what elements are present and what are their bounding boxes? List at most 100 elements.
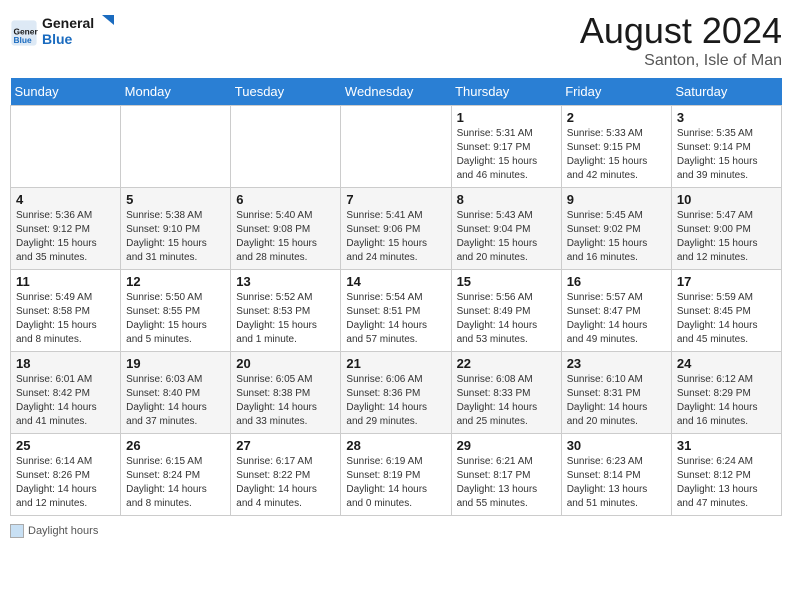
day-number: 7 (346, 192, 445, 207)
day-info: Sunrise: 5:59 AM Sunset: 8:45 PM Dayligh… (677, 291, 776, 347)
day-info: Sunrise: 5:45 AM Sunset: 9:02 PM Dayligh… (567, 209, 666, 265)
day-header-tuesday: Tuesday (231, 78, 341, 106)
day-info: Sunrise: 6:10 AM Sunset: 8:31 PM Dayligh… (567, 373, 666, 429)
calendar-cell: 5 Sunrise: 5:38 AM Sunset: 9:10 PM Daylig… (121, 188, 231, 270)
day-info: Sunrise: 6:01 AM Sunset: 8:42 PM Dayligh… (16, 373, 115, 429)
day-number: 5 (126, 192, 225, 207)
day-header-thursday: Thursday (451, 78, 561, 106)
page-header: General Blue General Blue August 2024 Sa… (10, 10, 782, 70)
day-header-saturday: Saturday (671, 78, 781, 106)
calendar-week-2: 4 Sunrise: 5:36 AM Sunset: 9:12 PM Daylig… (11, 188, 782, 270)
day-header-wednesday: Wednesday (341, 78, 451, 106)
day-info: Sunrise: 5:38 AM Sunset: 9:10 PM Dayligh… (126, 209, 225, 265)
svg-text:Blue: Blue (14, 34, 32, 44)
day-info: Sunrise: 5:50 AM Sunset: 8:55 PM Dayligh… (126, 291, 225, 347)
calendar-cell: 3 Sunrise: 5:35 AM Sunset: 9:14 PM Daylig… (671, 106, 781, 188)
day-number: 4 (16, 192, 115, 207)
calendar-cell: 8Sunrise: 5:43 AM Sunset: 9:04 PM Daylig… (451, 188, 561, 270)
day-info: Sunrise: 6:06 AM Sunset: 8:36 PM Dayligh… (346, 373, 445, 429)
calendar-cell: 25 Sunrise: 6:14 AM Sunset: 8:26 PM Dayli… (11, 434, 121, 516)
day-info: Sunrise: 6:21 AM Sunset: 8:17 PM Dayligh… (457, 455, 556, 511)
day-header-sunday: Sunday (11, 78, 121, 106)
day-number: 14 (346, 274, 445, 289)
day-info: Sunrise: 5:57 AM Sunset: 8:47 PM Dayligh… (567, 291, 666, 347)
calendar-cell: 27Sunrise: 6:17 AM Sunset: 8:22 PM Dayli… (231, 434, 341, 516)
calendar-week-5: 25 Sunrise: 6:14 AM Sunset: 8:26 PM Dayli… (11, 434, 782, 516)
calendar-cell: 10Sunrise: 5:47 AM Sunset: 9:00 PM Dayli… (671, 188, 781, 270)
calendar-cell: 22 Sunrise: 6:08 AM Sunset: 8:33 PM Dayli… (451, 352, 561, 434)
day-info: Sunrise: 5:43 AM Sunset: 9:04 PM Dayligh… (457, 209, 556, 265)
day-info: Sunrise: 6:14 AM Sunset: 8:26 PM Dayligh… (16, 455, 115, 511)
day-info: Sunrise: 5:41 AM Sunset: 9:06 PM Dayligh… (346, 209, 445, 265)
day-number: 19 (126, 356, 225, 371)
day-header-monday: Monday (121, 78, 231, 106)
calendar-cell: 20 Sunrise: 6:05 AM Sunset: 8:38 PM Dayli… (231, 352, 341, 434)
calendar-cell: 12 Sunrise: 5:50 AM Sunset: 8:55 PM Dayli… (121, 270, 231, 352)
svg-text:General: General (42, 15, 94, 31)
day-info: Sunrise: 5:40 AM Sunset: 9:08 PM Dayligh… (236, 209, 335, 265)
day-number: 24 (677, 356, 776, 371)
day-info: Sunrise: 5:31 AM Sunset: 9:17 PM Dayligh… (457, 127, 556, 183)
day-number: 13 (236, 274, 335, 289)
calendar-cell: 23 Sunrise: 6:10 AM Sunset: 8:31 PM Dayli… (561, 352, 671, 434)
calendar-cell: 18Sunrise: 6:01 AM Sunset: 8:42 PM Dayli… (11, 352, 121, 434)
calendar-cell: 19 Sunrise: 6:03 AM Sunset: 8:40 PM Dayli… (121, 352, 231, 434)
calendar-cell: 14 Sunrise: 5:54 AM Sunset: 8:51 PM Dayli… (341, 270, 451, 352)
day-number: 28 (346, 438, 445, 453)
day-info: Sunrise: 6:03 AM Sunset: 8:40 PM Dayligh… (126, 373, 225, 429)
title-area: August 2024 Santon, Isle of Man (580, 10, 782, 70)
calendar-cell (231, 106, 341, 188)
calendar-cell: 7 Sunrise: 5:41 AM Sunset: 9:06 PM Daylig… (341, 188, 451, 270)
calendar-week-1: 1 Sunrise: 5:31 AM Sunset: 9:17 PM Daylig… (11, 106, 782, 188)
day-number: 6 (236, 192, 335, 207)
logo-text: General Blue (42, 10, 122, 55)
day-info: Sunrise: 5:54 AM Sunset: 8:51 PM Dayligh… (346, 291, 445, 347)
calendar-cell (11, 106, 121, 188)
day-header-friday: Friday (561, 78, 671, 106)
day-number: 27 (236, 438, 335, 453)
calendar-cell: 28Sunrise: 6:19 AM Sunset: 8:19 PM Dayli… (341, 434, 451, 516)
day-number: 30 (567, 438, 666, 453)
logo-icon: General Blue (10, 19, 38, 47)
calendar-cell: 11Sunrise: 5:49 AM Sunset: 8:58 PM Dayli… (11, 270, 121, 352)
day-number: 25 (16, 438, 115, 453)
month-title: August 2024 (580, 10, 782, 52)
calendar-cell: 6 Sunrise: 5:40 AM Sunset: 9:08 PM Daylig… (231, 188, 341, 270)
calendar-cell: 30Sunrise: 6:23 AM Sunset: 8:14 PM Dayli… (561, 434, 671, 516)
day-info: Sunrise: 6:08 AM Sunset: 8:33 PM Dayligh… (457, 373, 556, 429)
day-number: 1 (457, 110, 556, 125)
calendar-cell: 4 Sunrise: 5:36 AM Sunset: 9:12 PM Daylig… (11, 188, 121, 270)
day-info: Sunrise: 5:52 AM Sunset: 8:53 PM Dayligh… (236, 291, 335, 347)
day-info: Sunrise: 6:15 AM Sunset: 8:24 PM Dayligh… (126, 455, 225, 511)
calendar-cell: 2Sunrise: 5:33 AM Sunset: 9:15 PM Daylig… (561, 106, 671, 188)
day-number: 29 (457, 438, 556, 453)
day-number: 31 (677, 438, 776, 453)
location-subtitle: Santon, Isle of Man (580, 52, 782, 70)
day-number: 12 (126, 274, 225, 289)
day-info: Sunrise: 6:24 AM Sunset: 8:12 PM Dayligh… (677, 455, 776, 511)
day-number: 23 (567, 356, 666, 371)
logo: General Blue General Blue (10, 10, 122, 55)
calendar-cell: 15Sunrise: 5:56 AM Sunset: 8:49 PM Dayli… (451, 270, 561, 352)
calendar-cell: 29 Sunrise: 6:21 AM Sunset: 8:17 PM Dayli… (451, 434, 561, 516)
day-number: 2 (567, 110, 666, 125)
day-number: 15 (457, 274, 556, 289)
day-info: Sunrise: 6:12 AM Sunset: 8:29 PM Dayligh… (677, 373, 776, 429)
day-number: 10 (677, 192, 776, 207)
day-number: 20 (236, 356, 335, 371)
day-info: Sunrise: 5:35 AM Sunset: 9:14 PM Dayligh… (677, 127, 776, 183)
days-header-row: SundayMondayTuesdayWednesdayThursdayFrid… (11, 78, 782, 106)
calendar-cell: 16Sunrise: 5:57 AM Sunset: 8:47 PM Dayli… (561, 270, 671, 352)
day-number: 22 (457, 356, 556, 371)
day-number: 17 (677, 274, 776, 289)
calendar-cell (121, 106, 231, 188)
day-number: 9 (567, 192, 666, 207)
calendar-cell: 1 Sunrise: 5:31 AM Sunset: 9:17 PM Daylig… (451, 106, 561, 188)
daylight-legend: Daylight hours (10, 524, 98, 538)
day-number: 3 (677, 110, 776, 125)
svg-text:Blue: Blue (42, 31, 73, 47)
calendar-week-4: 18Sunrise: 6:01 AM Sunset: 8:42 PM Dayli… (11, 352, 782, 434)
day-info: Sunrise: 5:36 AM Sunset: 9:12 PM Dayligh… (16, 209, 115, 265)
day-info: Sunrise: 6:05 AM Sunset: 8:38 PM Dayligh… (236, 373, 335, 429)
daylight-label: Daylight hours (28, 525, 98, 537)
